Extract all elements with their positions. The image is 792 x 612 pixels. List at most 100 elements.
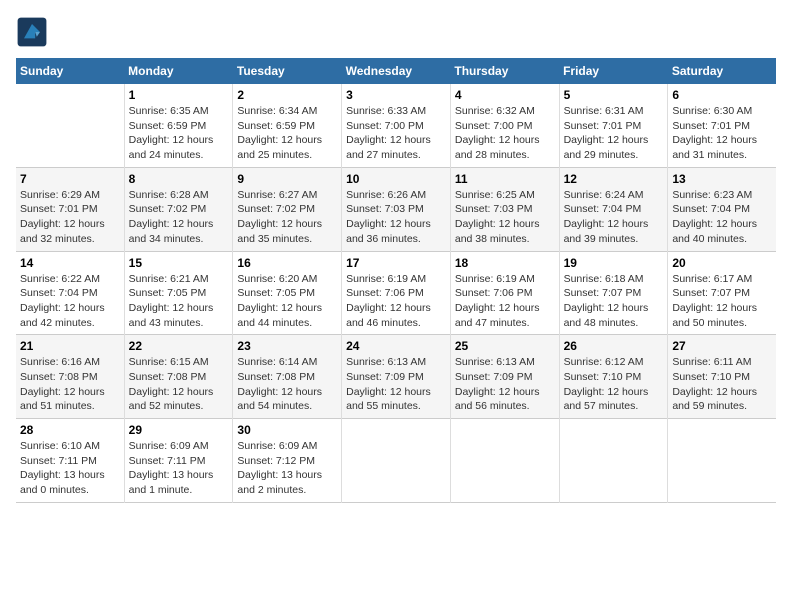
calendar-cell: 11Sunrise: 6:25 AMSunset: 7:03 PMDayligh…: [450, 167, 559, 251]
day-info: Sunrise: 6:30 AMSunset: 7:01 PMDaylight:…: [672, 104, 772, 163]
day-number: 14: [20, 256, 120, 270]
calendar-cell: 7 Sunrise: 6:29 AMSunset: 7:01 PMDaylight…: [16, 167, 124, 251]
calendar-cell: 25 Sunrise: 6:13 AMSunset: 7:09 PMDayligh…: [450, 335, 559, 419]
calendar-cell: [16, 84, 124, 167]
calendar-cell: 21 Sunrise: 6:16 AMSunset: 7:08 PMDayligh…: [16, 335, 124, 419]
calendar-cell: 6 Sunrise: 6:30 AMSunset: 7:01 PMDaylight…: [668, 84, 776, 167]
day-info: Sunrise: 6:19 AMSunset: 7:06 PMDaylight:…: [455, 272, 555, 331]
col-header-monday: Monday: [124, 58, 233, 84]
day-info: Sunrise: 6:17 AMSunset: 7:07 PMDaylight:…: [672, 272, 772, 331]
day-info: Sunrise: 6:09 AMSunset: 7:12 PMDaylight:…: [237, 439, 337, 498]
day-number: 24: [346, 339, 446, 353]
calendar-cell: 13Sunrise: 6:23 AMSunset: 7:04 PMDayligh…: [668, 167, 776, 251]
calendar-week-row: 28Sunrise: 6:10 AMSunset: 7:11 PMDayligh…: [16, 419, 776, 503]
day-number: 22: [129, 339, 229, 353]
logo: [16, 16, 54, 48]
calendar-week-row: 1Sunrise: 6:35 AMSunset: 6:59 PMDaylight…: [16, 84, 776, 167]
col-header-friday: Friday: [559, 58, 668, 84]
day-info: Sunrise: 6:29 AMSunset: 7:01 PMDaylight:…: [20, 188, 120, 247]
day-info: Sunrise: 6:20 AMSunset: 7:05 PMDaylight:…: [237, 272, 337, 331]
day-number: 6: [672, 88, 772, 102]
day-number: 1: [129, 88, 229, 102]
calendar-cell: 23 Sunrise: 6:14 AMSunset: 7:08 PMDayligh…: [233, 335, 342, 419]
calendar-cell: 4 Sunrise: 6:32 AMSunset: 7:00 PMDaylight…: [450, 84, 559, 167]
day-info: Sunrise: 6:13 AMSunset: 7:09 PMDaylight:…: [346, 355, 446, 414]
col-header-wednesday: Wednesday: [342, 58, 451, 84]
day-number: 20: [672, 256, 772, 270]
calendar-cell: [450, 419, 559, 503]
col-header-saturday: Saturday: [668, 58, 776, 84]
day-number: 29: [129, 423, 229, 437]
calendar-table: SundayMondayTuesdayWednesdayThursdayFrid…: [16, 58, 776, 503]
day-info: Sunrise: 6:27 AMSunset: 7:02 PMDaylight:…: [237, 188, 337, 247]
day-number: 17: [346, 256, 446, 270]
col-header-sunday: Sunday: [16, 58, 124, 84]
day-number: 30: [237, 423, 337, 437]
day-number: 11: [455, 172, 555, 186]
day-number: 28: [20, 423, 120, 437]
calendar-week-row: 21 Sunrise: 6:16 AMSunset: 7:08 PMDayligh…: [16, 335, 776, 419]
day-info: Sunrise: 6:09 AMSunset: 7:11 PMDaylight:…: [129, 439, 229, 498]
day-number: 2: [237, 88, 337, 102]
col-header-thursday: Thursday: [450, 58, 559, 84]
day-info: Sunrise: 6:24 AMSunset: 7:04 PMDaylight:…: [564, 188, 664, 247]
day-number: 27: [672, 339, 772, 353]
day-number: 26: [564, 339, 664, 353]
calendar-cell: [668, 419, 776, 503]
calendar-cell: 19Sunrise: 6:18 AMSunset: 7:07 PMDayligh…: [559, 251, 668, 335]
calendar-cell: 2Sunrise: 6:34 AMSunset: 6:59 PMDaylight…: [233, 84, 342, 167]
calendar-cell: 16 Sunrise: 6:20 AMSunset: 7:05 PMDayligh…: [233, 251, 342, 335]
day-info: Sunrise: 6:26 AMSunset: 7:03 PMDaylight:…: [346, 188, 446, 247]
calendar-header-row: SundayMondayTuesdayWednesdayThursdayFrid…: [16, 58, 776, 84]
day-info: Sunrise: 6:22 AMSunset: 7:04 PMDaylight:…: [20, 272, 120, 331]
calendar-cell: 18 Sunrise: 6:19 AMSunset: 7:06 PMDayligh…: [450, 251, 559, 335]
day-info: Sunrise: 6:13 AMSunset: 7:09 PMDaylight:…: [455, 355, 555, 414]
day-number: 3: [346, 88, 446, 102]
calendar-cell: 22 Sunrise: 6:15 AMSunset: 7:08 PMDayligh…: [124, 335, 233, 419]
day-info: Sunrise: 6:28 AMSunset: 7:02 PMDaylight:…: [129, 188, 229, 247]
calendar-week-row: 14 Sunrise: 6:22 AMSunset: 7:04 PMDayligh…: [16, 251, 776, 335]
day-info: Sunrise: 6:21 AMSunset: 7:05 PMDaylight:…: [129, 272, 229, 331]
page-header: [16, 16, 776, 48]
calendar-cell: 5 Sunrise: 6:31 AMSunset: 7:01 PMDaylight…: [559, 84, 668, 167]
day-number: 18: [455, 256, 555, 270]
day-info: Sunrise: 6:11 AMSunset: 7:10 PMDaylight:…: [672, 355, 772, 414]
day-info: Sunrise: 6:12 AMSunset: 7:10 PMDaylight:…: [564, 355, 664, 414]
calendar-cell: 29 Sunrise: 6:09 AMSunset: 7:11 PMDayligh…: [124, 419, 233, 503]
calendar-cell: 30 Sunrise: 6:09 AMSunset: 7:12 PMDayligh…: [233, 419, 342, 503]
day-info: Sunrise: 6:16 AMSunset: 7:08 PMDaylight:…: [20, 355, 120, 414]
day-number: 25: [455, 339, 555, 353]
day-info: Sunrise: 6:31 AMSunset: 7:01 PMDaylight:…: [564, 104, 664, 163]
day-number: 16: [237, 256, 337, 270]
day-info: Sunrise: 6:19 AMSunset: 7:06 PMDaylight:…: [346, 272, 446, 331]
calendar-cell: 10 Sunrise: 6:26 AMSunset: 7:03 PMDayligh…: [342, 167, 451, 251]
day-info: Sunrise: 6:18 AMSunset: 7:07 PMDaylight:…: [564, 272, 664, 331]
calendar-cell: 8 Sunrise: 6:28 AMSunset: 7:02 PMDaylight…: [124, 167, 233, 251]
day-number: 4: [455, 88, 555, 102]
calendar-cell: 15 Sunrise: 6:21 AMSunset: 7:05 PMDayligh…: [124, 251, 233, 335]
day-number: 5: [564, 88, 664, 102]
day-number: 12: [564, 172, 664, 186]
day-number: 23: [237, 339, 337, 353]
day-number: 15: [129, 256, 229, 270]
calendar-cell: 14 Sunrise: 6:22 AMSunset: 7:04 PMDayligh…: [16, 251, 124, 335]
day-info: Sunrise: 6:33 AMSunset: 7:00 PMDaylight:…: [346, 104, 446, 163]
day-info: Sunrise: 6:15 AMSunset: 7:08 PMDaylight:…: [129, 355, 229, 414]
calendar-cell: [559, 419, 668, 503]
calendar-cell: [342, 419, 451, 503]
day-info: Sunrise: 6:23 AMSunset: 7:04 PMDaylight:…: [672, 188, 772, 247]
day-number: 21: [20, 339, 120, 353]
calendar-cell: 1Sunrise: 6:35 AMSunset: 6:59 PMDaylight…: [124, 84, 233, 167]
calendar-cell: 20 Sunrise: 6:17 AMSunset: 7:07 PMDayligh…: [668, 251, 776, 335]
calendar-cell: 9Sunrise: 6:27 AMSunset: 7:02 PMDaylight…: [233, 167, 342, 251]
calendar-cell: 3 Sunrise: 6:33 AMSunset: 7:00 PMDaylight…: [342, 84, 451, 167]
calendar-cell: 24 Sunrise: 6:13 AMSunset: 7:09 PMDayligh…: [342, 335, 451, 419]
day-info: Sunrise: 6:32 AMSunset: 7:00 PMDaylight:…: [455, 104, 555, 163]
day-info: Sunrise: 6:14 AMSunset: 7:08 PMDaylight:…: [237, 355, 337, 414]
calendar-cell: 17 Sunrise: 6:19 AMSunset: 7:06 PMDayligh…: [342, 251, 451, 335]
day-number: 10: [346, 172, 446, 186]
day-number: 8: [129, 172, 229, 186]
day-number: 7: [20, 172, 120, 186]
logo-icon: [16, 16, 48, 48]
calendar-cell: 28Sunrise: 6:10 AMSunset: 7:11 PMDayligh…: [16, 419, 124, 503]
